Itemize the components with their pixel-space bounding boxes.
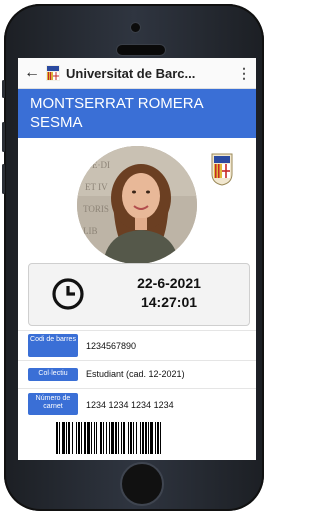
barcode-stripe bbox=[106, 422, 107, 454]
barcode-stripe bbox=[130, 422, 132, 454]
barcode-stripe bbox=[103, 422, 104, 454]
silent-switch bbox=[2, 80, 5, 98]
app-title: Universitat de Barc... bbox=[66, 65, 196, 81]
barcode-stripe bbox=[155, 422, 156, 454]
profile-photo: SE·DI ET IV TORIS LIB bbox=[77, 146, 197, 264]
barcode-stripe bbox=[136, 422, 137, 454]
barcode-stripe bbox=[78, 422, 80, 454]
front-camera bbox=[130, 22, 141, 33]
barcode-stripe bbox=[96, 422, 97, 454]
barcode-stripe bbox=[100, 422, 102, 454]
collective-value: Estudiant (cad. 12-2021) bbox=[86, 369, 185, 379]
current-time: 14:27:01 bbox=[140, 294, 198, 310]
holder-name-banner: MONTSERRAT ROMERA SESMA bbox=[18, 89, 256, 138]
app-bar: ← Universitat de Barc... ⋮ bbox=[18, 58, 256, 89]
more-vert-icon[interactable]: ⋮ bbox=[232, 65, 256, 82]
barcode-value: 1234567890 bbox=[86, 341, 137, 351]
barcode-stripe bbox=[62, 422, 65, 454]
collective-label: Col·lectiu bbox=[28, 368, 78, 381]
barcode-stripe bbox=[91, 422, 92, 454]
university-logo-icon bbox=[46, 65, 60, 81]
barcode bbox=[56, 422, 161, 454]
volume-up-button bbox=[2, 122, 5, 152]
barcode-stripe bbox=[145, 422, 147, 454]
barcode-label: Codi de barres bbox=[28, 334, 78, 357]
photo-area: SE·DI ET IV TORIS LIB bbox=[18, 138, 256, 264]
barcode-stripe bbox=[128, 422, 129, 454]
field-row-barcode: Codi de barres 1234567890 bbox=[18, 330, 256, 361]
barcode-stripe bbox=[150, 422, 153, 454]
barcode-stripe bbox=[123, 422, 125, 454]
barcode-stripe bbox=[160, 422, 161, 454]
volume-down-button bbox=[2, 164, 5, 194]
barcode-stripe bbox=[81, 422, 82, 454]
card-number-label: Número de carnet bbox=[28, 393, 78, 415]
barcode-stripe bbox=[133, 422, 134, 454]
arrow-back-icon[interactable]: ← bbox=[18, 64, 46, 82]
datetime-card: 22-6-2021 14:27:01 bbox=[28, 263, 250, 326]
holder-name: MONTSERRAT ROMERA SESMA bbox=[30, 95, 203, 131]
barcode-stripe bbox=[142, 422, 144, 454]
app-screen: ← Universitat de Barc... ⋮ MONTSERRAT RO… bbox=[18, 58, 256, 460]
svg-text:ET IV: ET IV bbox=[85, 182, 108, 192]
field-row-card-number: Número de carnet 1234 1234 1234 1234 bbox=[18, 388, 256, 423]
university-seal-icon bbox=[209, 152, 235, 186]
clock-icon bbox=[52, 278, 84, 310]
barcode-stripe bbox=[121, 422, 122, 454]
barcode-stripe bbox=[59, 422, 60, 454]
barcode-stripe bbox=[148, 422, 149, 454]
barcode-stripe bbox=[94, 422, 95, 454]
barcode-stripe bbox=[109, 422, 110, 454]
field-row-collective: Col·lectiu Estudiant (cad. 12-2021) bbox=[18, 360, 256, 389]
barcode-stripe bbox=[68, 422, 70, 454]
barcode-stripe bbox=[76, 422, 77, 454]
barcode-stripe bbox=[115, 422, 117, 454]
earpiece-speaker bbox=[116, 44, 166, 56]
current-date: 22-6-2021 bbox=[137, 275, 201, 291]
svg-text:LIB: LIB bbox=[83, 226, 98, 236]
barcode-stripe bbox=[56, 422, 58, 454]
barcode-stripe bbox=[72, 422, 73, 454]
svg-text:SE·DI: SE·DI bbox=[87, 160, 110, 170]
barcode-stripe bbox=[118, 422, 119, 454]
barcode-stripe bbox=[87, 422, 90, 454]
card-number-value: 1234 1234 1234 1234 bbox=[86, 400, 174, 410]
barcode-stripe bbox=[111, 422, 114, 454]
barcode-stripe bbox=[140, 422, 141, 454]
barcode-stripe bbox=[84, 422, 86, 454]
home-button[interactable] bbox=[120, 462, 164, 506]
barcode-stripe bbox=[157, 422, 159, 454]
barcode-stripe bbox=[66, 422, 67, 454]
svg-text:TORIS: TORIS bbox=[83, 204, 109, 214]
